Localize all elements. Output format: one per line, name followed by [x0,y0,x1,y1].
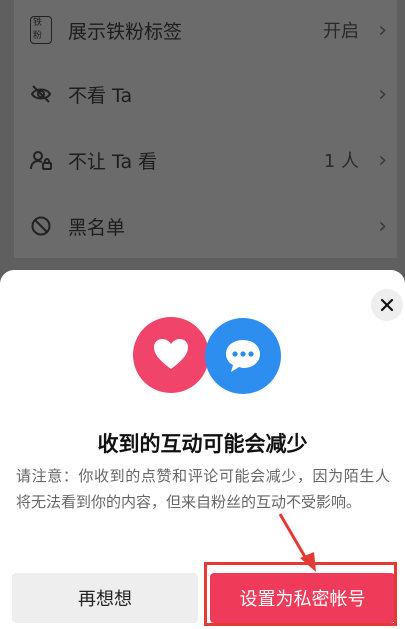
settings-row-blacklist[interactable]: 黑名单 › [14,196,397,256]
settings-label: 不看 Ta [68,84,133,107]
heart-icon [133,317,209,393]
chevron-right-icon: › [378,213,387,239]
fan-badge-icon: 铁粉 [30,16,52,44]
settings-label: 不让 Ta 看 [68,150,158,173]
settings-label: 黑名单 [68,216,126,239]
dialog-notice: 请注意：你收到的点赞和评论可能会减少，因为陌生人将无法看到你的内容，但来自粉丝的… [16,467,390,511]
settings-row-hide-from-them[interactable]: 不让 Ta 看 1 人 › [14,130,397,190]
annotation-arrow-icon [278,513,316,572]
cancel-button[interactable]: 再想想 [12,573,198,623]
user-lock-icon [30,149,52,171]
settings-row-fan-badge[interactable]: 铁粉 展示铁粉标签 开启 › [14,0,397,60]
chevron-right-icon: › [378,81,387,107]
comment-icon [205,318,281,394]
eye-off-icon [30,83,52,105]
close-icon [380,298,394,312]
chevron-right-icon: › [378,147,387,173]
settings-value: 1 人 [323,151,359,172]
dialog-title: 收到的互动可能会减少 [97,432,308,456]
block-icon [30,215,52,237]
chevron-right-icon: › [378,17,387,43]
close-button[interactable] [371,289,403,321]
settings-row-hide-them[interactable]: 不看 Ta › [14,64,397,124]
settings-label: 展示铁粉标签 [68,20,183,43]
settings-value: 开启 [323,21,359,42]
settings-list: 铁粉 展示铁粉标签 开启 › 不看 Ta › 不让 Ta 看 1 人 › 黑名单… [14,0,397,258]
